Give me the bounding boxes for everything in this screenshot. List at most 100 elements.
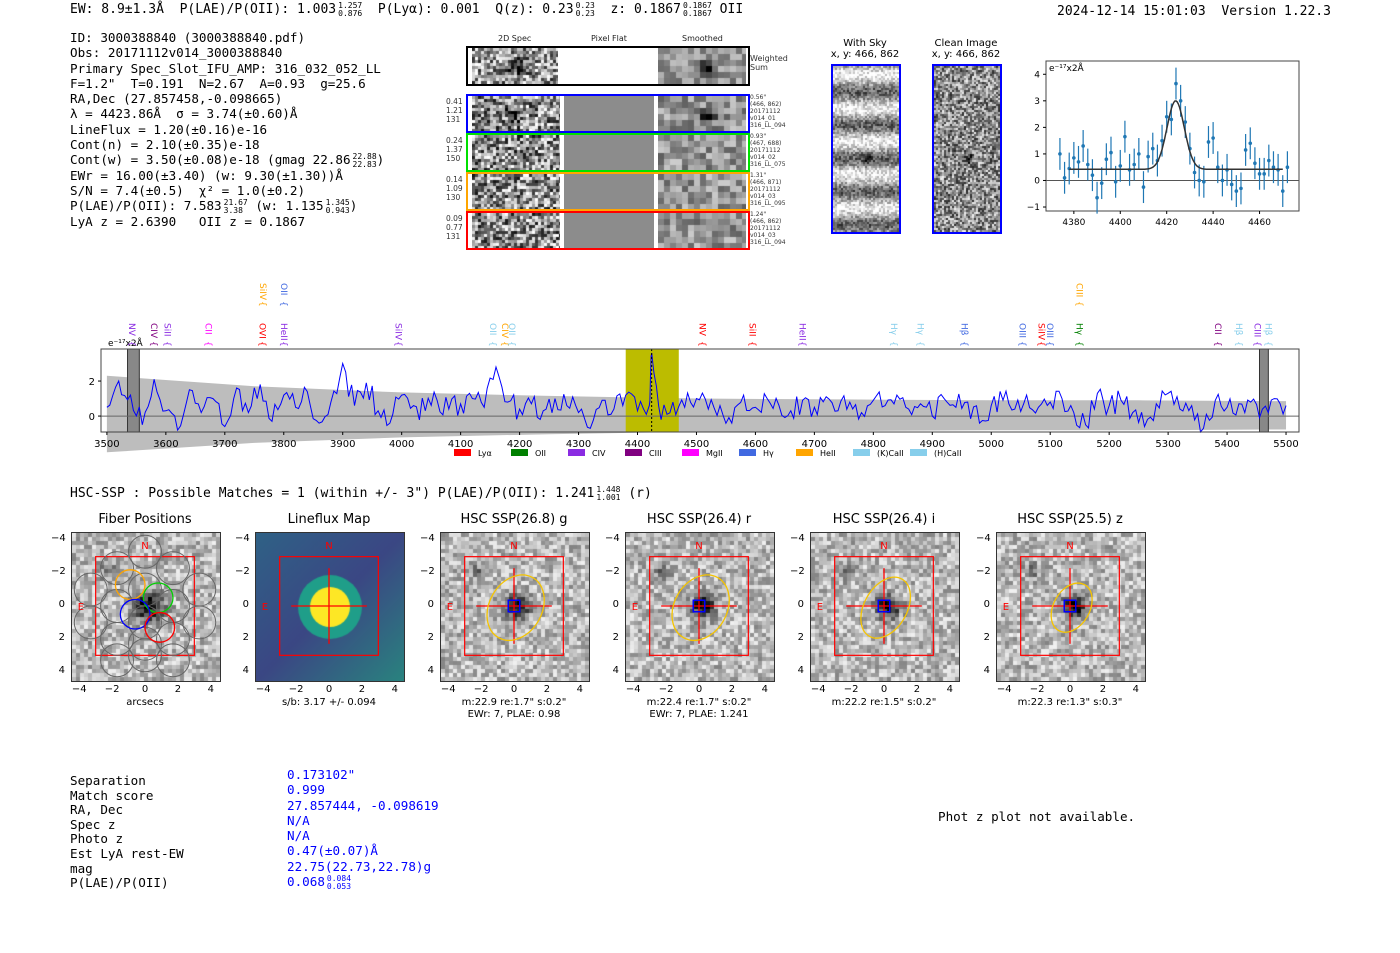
data-point <box>1215 165 1220 169</box>
data-point <box>1141 185 1146 189</box>
fiber-2dspec-image <box>472 96 560 131</box>
emission-line-label: HeII <box>797 323 807 341</box>
emission-line-bracket: { <box>278 341 288 347</box>
data-point <box>1192 170 1197 175</box>
fiber-info: 0.56" (466, 862) 20171112 v014_01 316_LL… <box>750 94 786 129</box>
legend-label: OII <box>535 449 546 458</box>
x-tick-label: 0 <box>1066 684 1074 695</box>
compass-east: E <box>632 602 638 613</box>
catalog-ellipse <box>860 576 912 639</box>
plae-lo: 0.053 <box>326 881 352 891</box>
panel-title: HSC SSP(25.5) z <box>1017 512 1123 527</box>
panel-overlay: NE <box>262 541 379 656</box>
value-mag: 22.75(22.73,22.78)g <box>287 858 432 874</box>
fiber-spectrum-row <box>466 94 750 133</box>
x-tick-label: 2 <box>174 684 182 695</box>
x-tick-label: 5300 <box>1155 439 1180 450</box>
emission-line-bracket: { <box>162 341 172 347</box>
label-match-score: Match score <box>70 787 154 803</box>
y-tick-label: 4 <box>1034 70 1040 80</box>
panel-title: HSC SSP(26.8) g <box>460 512 568 527</box>
label-photoz: Photo z <box>70 831 124 847</box>
contw-text: Cont(w) = 3.50(±0.08)e-18 (gmag 22.86 <box>70 152 351 168</box>
data-point <box>1243 148 1248 152</box>
info-z: LyA z = 2.6390 OII z = 0.1867 <box>70 213 306 229</box>
emission-line-label: OIII <box>1016 323 1026 338</box>
info-params: F=1.2" T=0.191 N=2.67 A=0.93 g=25.6 <box>70 75 366 91</box>
compass-north: N <box>141 541 148 552</box>
z-line: OII <box>719 2 744 17</box>
data-point <box>1262 172 1266 176</box>
y-tick-label: 2 <box>242 631 249 643</box>
compass-north: N <box>325 541 332 552</box>
y-tick-label: 0 <box>797 599 804 610</box>
col-pixelflat: Pixel Flat <box>591 34 627 43</box>
z-lo: 0.1867 <box>682 8 712 18</box>
x-tick-label: 5500 <box>1273 439 1298 450</box>
ew-value: EW: 8.9±1.3Å <box>70 2 164 17</box>
x-tick-label: 3900 <box>330 439 355 450</box>
y-tick-label: 0 <box>612 599 619 610</box>
emission-line-label: Hβ <box>1233 323 1243 336</box>
emission-line-bracket: { <box>257 301 267 307</box>
fiber-2dspec-image <box>472 135 560 170</box>
x-tick-label: 4 <box>761 684 768 695</box>
weighted-sum-row <box>466 46 750 86</box>
emission-line-label: OVI <box>257 323 267 339</box>
panel-caption: s/b: 3.17 +/- 0.094 <box>281 697 377 708</box>
value-photoz: N/A <box>287 828 310 844</box>
clean-image <box>932 64 1002 234</box>
data-point <box>1150 146 1155 151</box>
data-point <box>1169 117 1174 122</box>
data-point <box>1113 179 1118 184</box>
data-point <box>1285 165 1290 169</box>
data-point <box>1280 189 1285 193</box>
x-tick-label: −2 <box>1029 684 1045 695</box>
x-tick-label: 3800 <box>271 439 296 450</box>
panel-overlay: NE <box>73 534 217 678</box>
compass-east: E <box>262 602 268 613</box>
x-tick-label: −4 <box>71 684 87 695</box>
x-tick-label: 4 <box>576 684 583 695</box>
emission-line-label: NV <box>126 323 136 337</box>
value-plae: 0.068 0.084 0.053 <box>287 874 439 890</box>
emission-line-bracket: { <box>148 341 158 347</box>
masked-band <box>127 348 140 433</box>
y-tick-label: −4 <box>420 533 435 545</box>
compass-east: E <box>447 602 453 613</box>
emission-line-bracket: { <box>1044 341 1054 347</box>
x-tick-label: 5000 <box>979 439 1004 450</box>
y-tick-label: −2 <box>51 566 66 578</box>
x-tick-label: 4400 <box>625 439 650 450</box>
fiber-info: 1.24" (466, 862) 20171112 v014_03 316_LL… <box>750 211 786 246</box>
plae-w-end: ) <box>349 198 358 214</box>
fiber-stats: 0.09 0.77 131 <box>446 214 463 241</box>
fiber-stats: 0.24 1.37 150 <box>446 136 463 163</box>
y-tick-label: 0 <box>58 599 65 610</box>
panel-title: Lineflux Map <box>287 512 371 527</box>
y-tick-label: 2 <box>427 631 434 643</box>
legend-label: Hγ <box>763 449 774 458</box>
label-lya-ew: Est LyA rest-EW <box>70 845 184 861</box>
x-tick-label: 4380 <box>1062 218 1085 228</box>
panel-caption: m:22.3 re:1.3" s:0.3" <box>1017 697 1123 708</box>
legend-label: (K)CaII <box>877 449 904 458</box>
panel-title: HSC SSP(26.4) i <box>832 512 936 527</box>
with-sky-title: With Sky x, y: 466, 862 <box>830 38 900 60</box>
data-point <box>1178 99 1183 103</box>
data-point <box>1099 181 1104 185</box>
fiber-circle <box>128 572 162 607</box>
x-tick-label: 4 <box>207 684 214 695</box>
emission-line-bracket: { <box>888 341 898 347</box>
emission-line-label: OII <box>506 323 516 335</box>
data-point <box>1202 179 1206 184</box>
x-tick-label: 0 <box>141 684 149 695</box>
full-spectrum-plot: 3500 3600 3700 3800 3900 4000 4100 4200 4300 4400… <box>89 283 1300 458</box>
fiber-circle <box>182 572 217 607</box>
x-tick-label: 4420 <box>1155 218 1178 228</box>
x-tick-label: 4440 <box>1202 218 1225 228</box>
fiber-circle <box>156 643 190 678</box>
x-tick-label: 4300 <box>566 439 591 450</box>
emission-line-label: CII <box>202 323 212 335</box>
catalog-ellipse <box>671 574 730 641</box>
